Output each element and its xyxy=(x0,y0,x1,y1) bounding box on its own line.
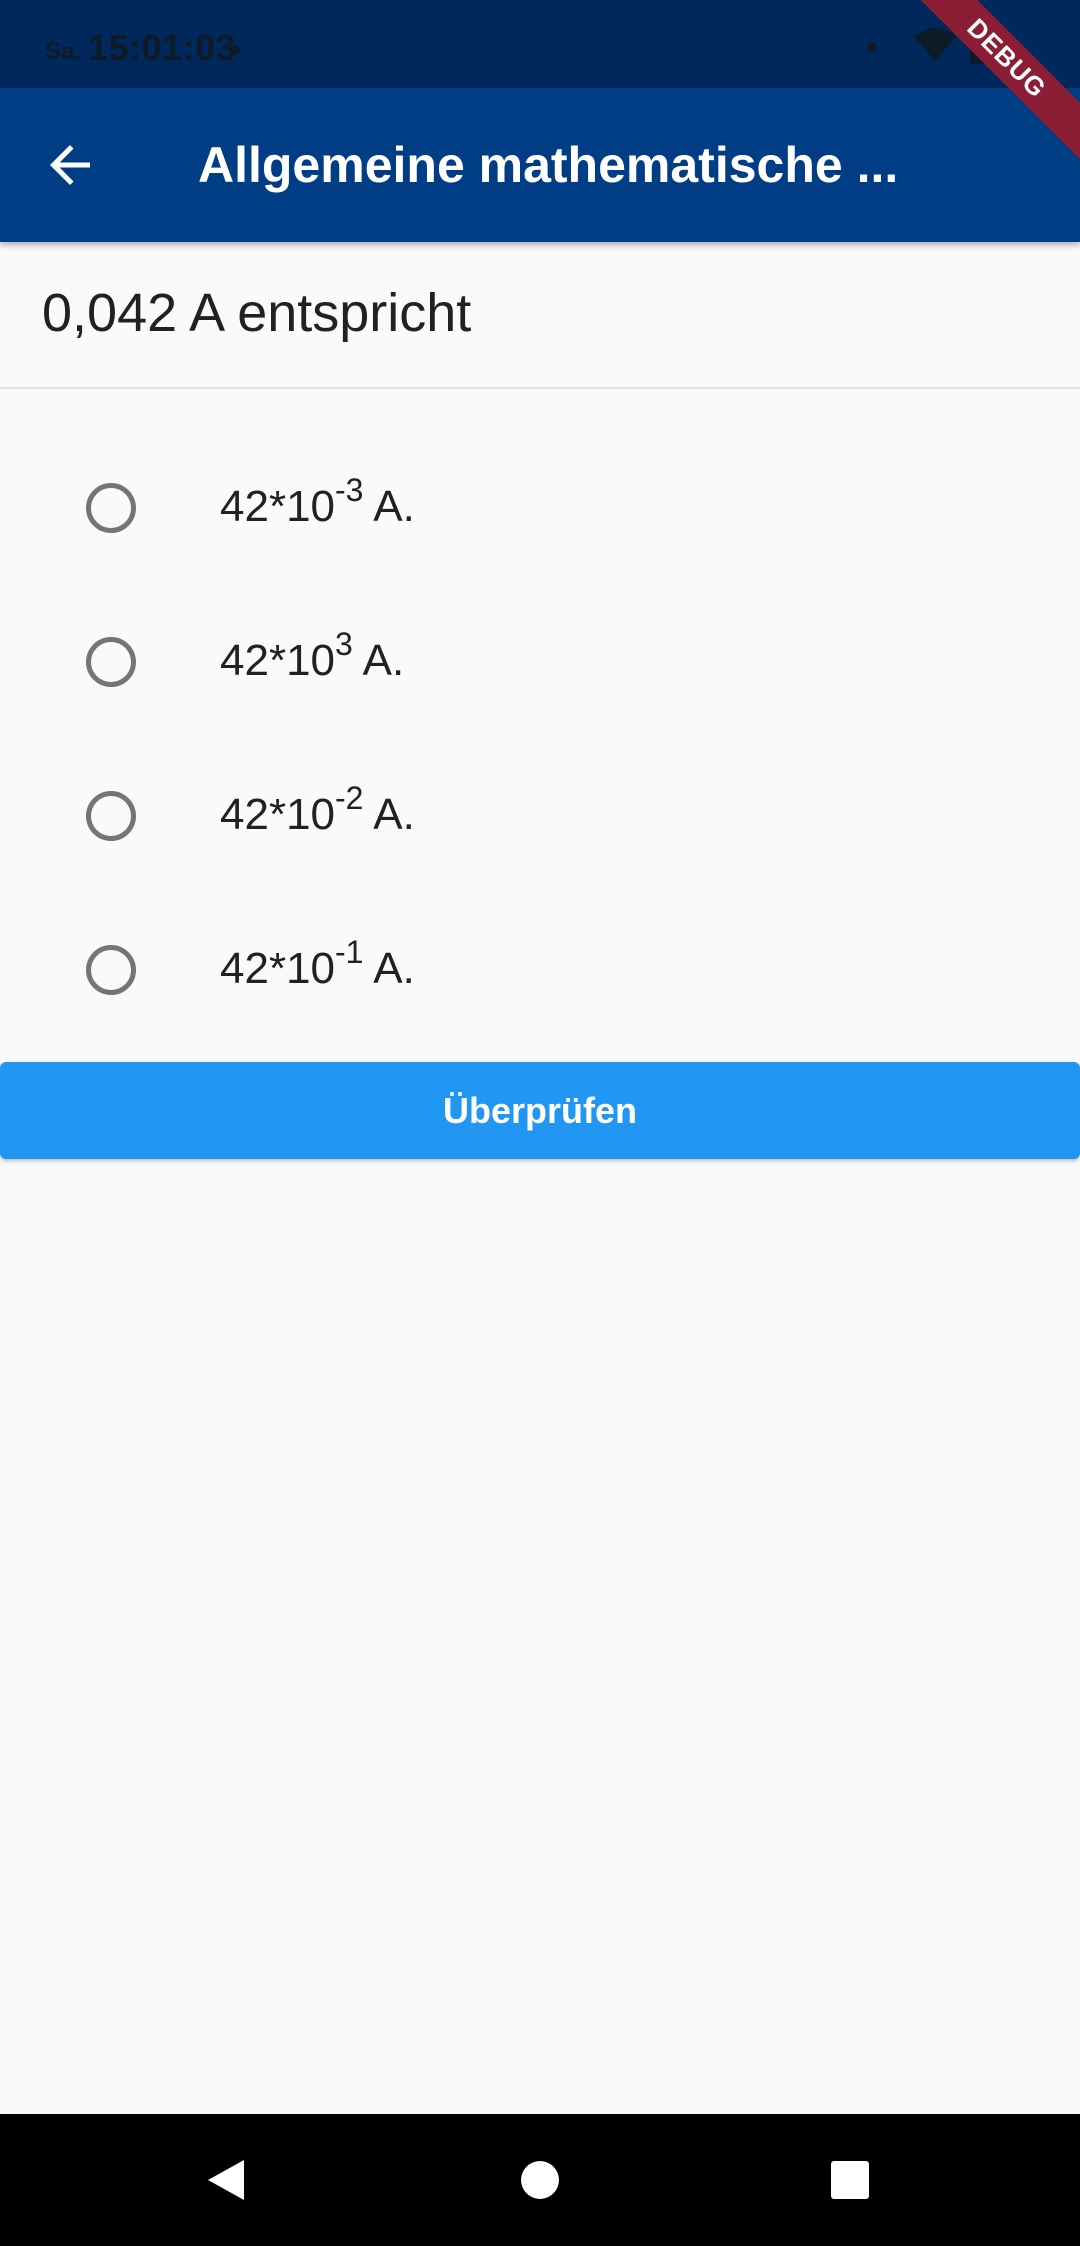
answer-option-1[interactable]: 42*10-3 A. xyxy=(0,430,1080,584)
option-label: 42*10-2 A. xyxy=(220,780,415,839)
status-dot xyxy=(867,42,877,52)
page-title: Allgemeine mathematische ... xyxy=(198,137,899,193)
answer-option-4[interactable]: 42*10-1 A. xyxy=(0,892,1080,1046)
answer-option-3[interactable]: 42*10-2 A. xyxy=(0,738,1080,892)
square-recents-icon xyxy=(831,2161,869,2199)
question-text: 0,042 A entspricht xyxy=(42,283,472,343)
battery-icon xyxy=(970,22,994,64)
answer-option-2[interactable]: 42*103 A. xyxy=(0,584,1080,738)
back-button[interactable] xyxy=(34,129,106,201)
arrow-left-icon xyxy=(50,145,90,185)
status-icons xyxy=(820,0,1080,88)
option-label: 42*10-3 A. xyxy=(220,472,415,531)
radio-button[interactable] xyxy=(86,637,136,687)
radio-button[interactable] xyxy=(86,483,136,533)
status-bar: Sa. 15:01:03 xyxy=(0,0,1080,88)
divider xyxy=(0,387,1080,389)
status-time: 15:01:03 xyxy=(88,27,237,68)
status-day: Sa. xyxy=(45,38,82,65)
app-bar: Allgemeine mathematische ... xyxy=(0,88,1080,242)
option-label: 42*10-1 A. xyxy=(220,934,415,993)
notification-dot xyxy=(230,45,240,55)
radio-button[interactable] xyxy=(86,791,136,841)
triangle-back-icon xyxy=(208,2160,244,2200)
option-label: 42*103 A. xyxy=(220,626,405,685)
wifi-icon xyxy=(914,28,956,61)
nav-home-button[interactable] xyxy=(500,2140,580,2220)
nav-back-button[interactable] xyxy=(186,2140,266,2220)
circle-home-icon xyxy=(521,2161,559,2199)
check-button[interactable]: Überprüfen xyxy=(0,1062,1080,1159)
radio-button[interactable] xyxy=(86,945,136,995)
nav-recents-button[interactable] xyxy=(810,2140,890,2220)
system-nav-bar xyxy=(0,2114,1080,2246)
